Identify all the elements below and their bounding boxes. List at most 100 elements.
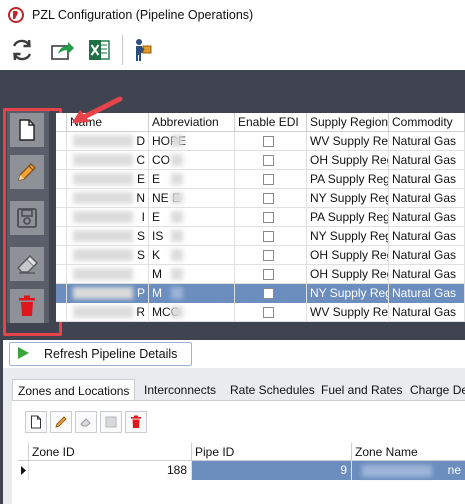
edit-pencil-icon[interactable] xyxy=(50,411,72,433)
enable-edi-cell[interactable] xyxy=(235,189,307,208)
row-indicator[interactable] xyxy=(56,265,67,284)
enable-edi-cell[interactable] xyxy=(235,208,307,227)
enable-edi-checkbox[interactable] xyxy=(263,288,274,299)
new-document-icon[interactable] xyxy=(25,411,47,433)
commodity-cell[interactable]: Natural Gas xyxy=(389,246,465,265)
row-indicator[interactable] xyxy=(56,170,67,189)
abbreviation-cell[interactable]: M xyxy=(149,265,235,284)
enable-edi-cell[interactable] xyxy=(235,284,307,303)
supply-region-cell[interactable]: WV Supply Reg xyxy=(307,303,389,322)
row-indicator[interactable] xyxy=(56,132,67,151)
commodity-cell[interactable]: Natural Gas xyxy=(389,227,465,246)
tab-fuel-and-rates[interactable]: Fuel and Rates xyxy=(316,379,407,401)
name-cell[interactable]: S xyxy=(67,246,149,265)
tab-interconnects[interactable]: Interconnects xyxy=(139,379,221,401)
column-header-zone-id[interactable]: Zone ID xyxy=(29,443,192,461)
name-cell[interactable]: D xyxy=(67,132,149,151)
column-header-zone-name[interactable]: Zone Name xyxy=(352,443,465,461)
supply-region-cell[interactable]: OH Supply Reg xyxy=(307,151,389,170)
enable-edi-cell[interactable] xyxy=(235,246,307,265)
commodity-cell[interactable]: Natural Gas xyxy=(389,303,465,322)
enable-edi-checkbox[interactable] xyxy=(263,269,274,280)
enable-edi-cell[interactable] xyxy=(235,151,307,170)
table-row[interactable]: M OH Supply Reg Natural Gas xyxy=(56,265,465,284)
enable-edi-cell[interactable] xyxy=(235,265,307,284)
name-cell[interactable] xyxy=(67,265,149,284)
name-cell[interactable]: E xyxy=(67,170,149,189)
enable-edi-cell[interactable] xyxy=(235,227,307,246)
column-header-enable-edi[interactable]: Enable EDI xyxy=(235,113,307,132)
column-header-commodity[interactable]: Commodity xyxy=(389,113,465,132)
export-icon[interactable] xyxy=(48,36,76,64)
table-row[interactable]: N NE E NY Supply Reg Natural Gas xyxy=(56,189,465,208)
name-cell[interactable]: R xyxy=(67,303,149,322)
enable-edi-checkbox[interactable] xyxy=(263,231,274,242)
table-row[interactable]: R MCC WV Supply Reg Natural Gas xyxy=(56,303,465,322)
column-header-supply-region[interactable]: Supply Region xyxy=(307,113,389,132)
refresh-icon[interactable] xyxy=(8,36,36,64)
refresh-pipeline-details-button[interactable]: Refresh Pipeline Details xyxy=(9,342,192,366)
enable-edi-checkbox[interactable] xyxy=(263,174,274,185)
table-row[interactable]: E E PA Supply Regi Natural Gas xyxy=(56,170,465,189)
abbreviation-cell[interactable]: MCC xyxy=(149,303,235,322)
enable-edi-cell[interactable] xyxy=(235,170,307,189)
abbreviation-cell[interactable]: IS xyxy=(149,227,235,246)
supply-region-cell[interactable]: NY Supply Reg xyxy=(307,284,389,303)
abbreviation-cell[interactable]: HOPE xyxy=(149,132,235,151)
tab-charge-details[interactable]: Charge De xyxy=(405,379,465,401)
table-row[interactable]: I E PA Supply Regi Natural Gas xyxy=(56,208,465,227)
save-floppy-icon[interactable] xyxy=(100,411,122,433)
table-row[interactable]: S K OH Supply Reg Natural Gas xyxy=(56,246,465,265)
enable-edi-cell[interactable] xyxy=(235,303,307,322)
excel-icon[interactable] xyxy=(85,36,113,64)
row-indicator[interactable] xyxy=(56,227,67,246)
row-indicator[interactable] xyxy=(56,189,67,208)
abbreviation-cell[interactable]: K xyxy=(149,246,235,265)
supply-region-cell[interactable]: PA Supply Regi xyxy=(307,208,389,227)
table-row[interactable]: S IS NY Supply Reg Natural Gas xyxy=(56,227,465,246)
enable-edi-checkbox[interactable] xyxy=(263,136,274,147)
enable-edi-cell[interactable] xyxy=(235,132,307,151)
abbreviation-cell[interactable]: M xyxy=(149,284,235,303)
commodity-cell[interactable]: Natural Gas xyxy=(389,284,465,303)
abbreviation-cell[interactable]: E xyxy=(149,170,235,189)
commodity-cell[interactable]: Natural Gas xyxy=(389,170,465,189)
commodity-cell[interactable]: Natural Gas xyxy=(389,265,465,284)
commodity-cell[interactable]: Natural Gas xyxy=(389,132,465,151)
enable-edi-checkbox[interactable] xyxy=(263,307,274,318)
supply-region-cell[interactable]: OH Supply Reg xyxy=(307,265,389,284)
commodity-cell[interactable]: Natural Gas xyxy=(389,208,465,227)
supply-region-cell[interactable]: OH Supply Reg xyxy=(307,246,389,265)
enable-edi-checkbox[interactable] xyxy=(263,193,274,204)
supply-region-cell[interactable]: PA Supply Regi xyxy=(307,170,389,189)
tab-zones-and-locations[interactable]: Zones and Locations xyxy=(12,379,136,401)
row-indicator[interactable] xyxy=(56,246,67,265)
tab-rate-schedules[interactable]: Rate Schedules xyxy=(225,379,320,401)
supply-region-cell[interactable]: NY Supply Reg xyxy=(307,227,389,246)
eraser-icon[interactable] xyxy=(75,411,97,433)
user-delivery-icon[interactable] xyxy=(127,36,155,64)
zone-id-cell[interactable]: 188 xyxy=(29,461,192,480)
pipe-id-cell[interactable]: 9 xyxy=(192,461,352,480)
commodity-cell[interactable]: Natural Gas xyxy=(389,189,465,208)
abbreviation-cell[interactable]: E xyxy=(149,208,235,227)
zone-name-cell[interactable]: ne xyxy=(352,461,465,480)
name-cell[interactable]: N xyxy=(67,189,149,208)
enable-edi-checkbox[interactable] xyxy=(263,250,274,261)
enable-edi-checkbox[interactable] xyxy=(263,212,274,223)
row-indicator[interactable] xyxy=(56,303,67,322)
abbreviation-cell[interactable]: CO xyxy=(149,151,235,170)
row-indicator[interactable] xyxy=(56,284,67,303)
table-row[interactable]: D HOPE WV Supply Reg Natural Gas xyxy=(56,132,465,151)
name-cell[interactable]: S xyxy=(67,227,149,246)
column-header-abbreviation[interactable]: Abbreviation xyxy=(149,113,235,132)
supply-region-cell[interactable]: NY Supply Reg xyxy=(307,189,389,208)
delete-trash-icon[interactable] xyxy=(125,411,147,433)
abbreviation-cell[interactable]: NE E xyxy=(149,189,235,208)
name-cell[interactable]: I xyxy=(67,208,149,227)
row-indicator[interactable] xyxy=(56,208,67,227)
column-header-pipe-id[interactable]: Pipe ID xyxy=(192,443,352,461)
row-indicator[interactable] xyxy=(56,151,67,170)
name-cell[interactable]: P xyxy=(67,284,149,303)
table-row[interactable]: 188 9 ne xyxy=(18,461,465,480)
